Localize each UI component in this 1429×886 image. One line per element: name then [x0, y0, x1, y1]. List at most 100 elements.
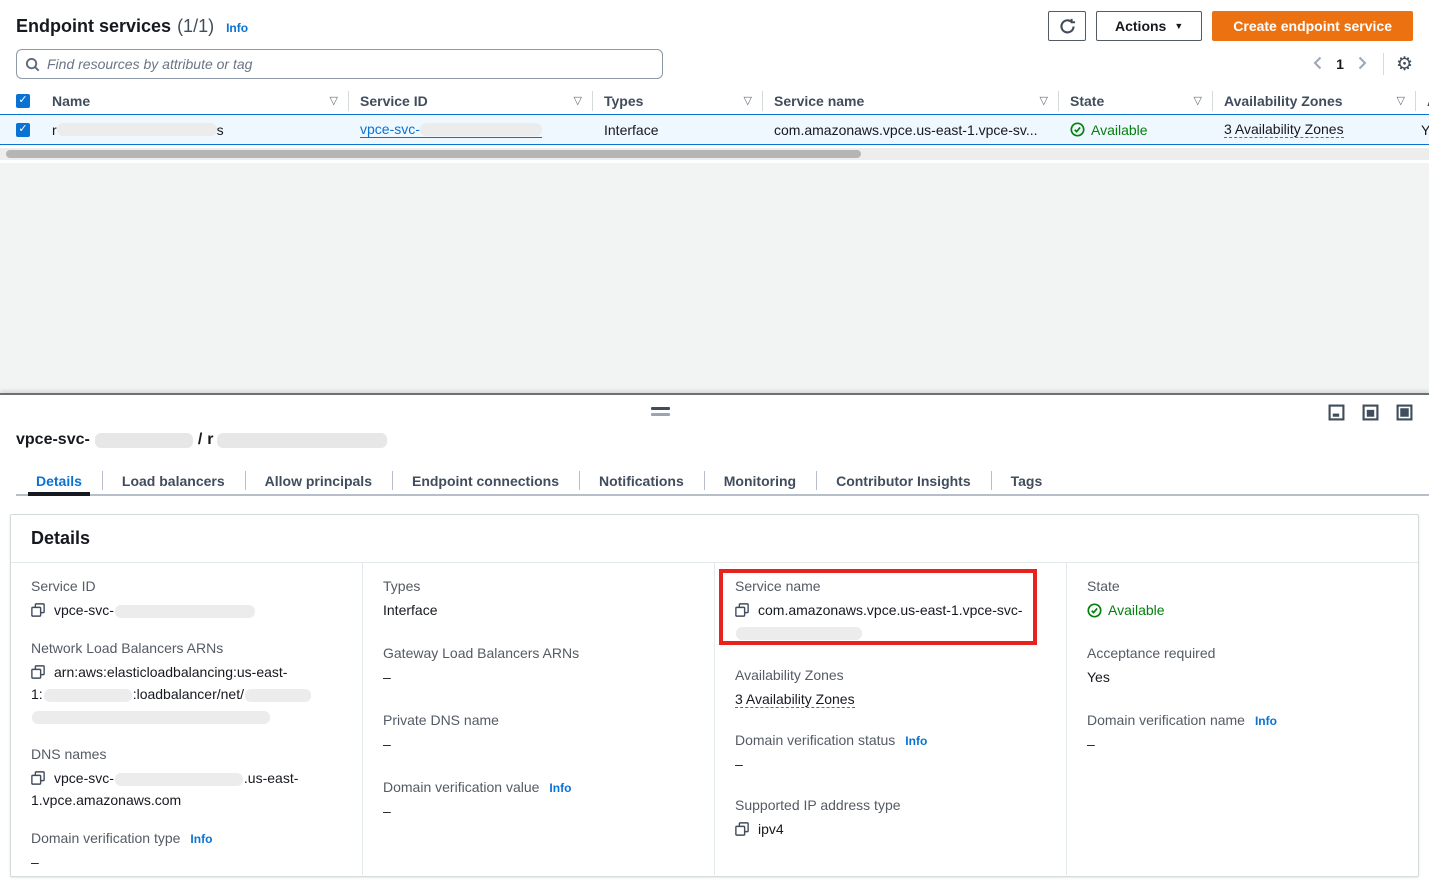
service-id-link[interactable]: vpce-svc-	[360, 121, 542, 138]
name-fragment: r	[52, 122, 57, 138]
tab-monitoring[interactable]: Monitoring	[704, 467, 816, 494]
filter-caret-icon[interactable]: ▽	[1194, 94, 1202, 107]
field-label: Types	[383, 578, 420, 594]
field-label: Service name	[735, 578, 821, 594]
tab-contributor-insights[interactable]: Contributor Insights	[816, 467, 991, 494]
field-service-name: Service name com.amazonaws.vpce.us-east-…	[735, 578, 1046, 643]
field-acceptance-required: Acceptance required Yes	[1087, 645, 1398, 688]
filter-caret-icon[interactable]: ▽	[744, 94, 752, 107]
filter-caret-icon[interactable]: ▽	[1397, 94, 1405, 107]
filter-caret-icon[interactable]: ▽	[574, 94, 582, 107]
column-header-service-name[interactable]: Service name ▽	[762, 91, 1058, 111]
refresh-button[interactable]	[1048, 11, 1086, 41]
cell-types: Interface	[592, 122, 762, 138]
panel-size-large-button[interactable]	[1396, 404, 1413, 424]
redacted-text	[736, 627, 862, 640]
column-label: Service name	[774, 93, 864, 109]
info-link[interactable]: Info	[549, 781, 571, 795]
table-row[interactable]: ✓ r s vpce-svc- Interface com.amazonaws.…	[0, 114, 1429, 145]
field-label: Domain verification status	[735, 732, 895, 748]
chevron-right-icon	[1358, 56, 1367, 73]
field-label: Network Load Balancers ARNs	[31, 640, 223, 656]
panel-size-controls	[1328, 404, 1413, 424]
tab-notifications[interactable]: Notifications	[579, 467, 704, 494]
column-header-state[interactable]: State ▽	[1058, 91, 1212, 111]
field-state: State Available	[1087, 578, 1398, 621]
table-header-row: ✓ Name ▽ Service ID ▽ Types ▽ Service na…	[0, 87, 1429, 114]
column-header-overflow: A	[1415, 91, 1429, 111]
redacted-text	[217, 433, 387, 448]
caret-down-icon: ▼	[1174, 21, 1183, 31]
field-private-dns-name: Private DNS name –	[383, 712, 694, 755]
refresh-icon	[1059, 18, 1076, 35]
panel-size-small-button[interactable]	[1328, 404, 1345, 424]
filter-caret-icon[interactable]: ▽	[1040, 94, 1048, 107]
cell-availability-zones: 3 Availability Zones	[1212, 121, 1415, 138]
horizontal-scrollbar-thumb[interactable]	[6, 150, 861, 158]
redacted-text	[32, 711, 270, 724]
filter-caret-icon[interactable]: ▽	[330, 94, 338, 107]
field-value: ipv4	[758, 821, 784, 837]
column-header-availability-zones[interactable]: Availability Zones ▽	[1212, 91, 1415, 111]
current-page-number[interactable]: 1	[1336, 56, 1344, 72]
create-endpoint-service-button[interactable]: Create endpoint service	[1212, 11, 1413, 41]
field-supported-ip-address-type: Supported IP address type ipv4	[735, 797, 1046, 840]
field-types: Types Interface	[383, 578, 694, 621]
header-actions: Actions ▼ Create endpoint service	[1048, 11, 1413, 41]
field-value: –	[383, 800, 694, 822]
copy-icon[interactable]	[31, 603, 45, 617]
next-page-button[interactable]	[1354, 52, 1371, 77]
info-link[interactable]: Info	[905, 734, 927, 748]
tab-tags[interactable]: Tags	[991, 467, 1063, 494]
select-all-checkbox[interactable]: ✓	[16, 94, 30, 108]
field-label: Acceptance required	[1087, 645, 1215, 661]
field-value: arn:aws:elasticloadbalancing:us-east-	[54, 664, 287, 680]
filter-search-box[interactable]	[16, 49, 663, 79]
copy-icon[interactable]	[31, 771, 45, 785]
field-value: vpce-svc-	[54, 770, 114, 786]
tab-load-balancers[interactable]: Load balancers	[102, 467, 245, 494]
copy-icon[interactable]	[735, 822, 749, 836]
endpoint-services-table: ✓ Name ▽ Service ID ▽ Types ▽ Service na…	[0, 87, 1429, 160]
panel-small-icon	[1328, 404, 1345, 424]
row-select-cell: ✓	[0, 123, 40, 137]
split-panel-drag-handle[interactable]	[651, 407, 670, 416]
table-toolbar: 1 ⚙	[0, 46, 1429, 80]
details-card: Details Service ID vpce-svc- Network Loa…	[10, 514, 1419, 877]
tab-details[interactable]: Details	[16, 467, 102, 494]
field-domain-verification-type: Domain verification type Info –	[31, 830, 342, 873]
panel-title-separator: /	[198, 431, 202, 449]
name-fragment: s	[217, 122, 224, 138]
actions-button[interactable]: Actions ▼	[1096, 11, 1202, 41]
details-card-body: Service ID vpce-svc- Network Load Balanc…	[11, 563, 1418, 875]
column-header-types[interactable]: Types ▽	[592, 91, 762, 111]
search-input[interactable]	[47, 56, 654, 72]
page-title-group: Endpoint services (1/1) Info	[16, 16, 248, 37]
actions-button-label: Actions	[1115, 18, 1166, 34]
info-link[interactable]: Info	[190, 832, 212, 846]
table-preferences-button[interactable]: ⚙	[1396, 55, 1413, 74]
copy-icon[interactable]	[735, 603, 749, 617]
page-title: Endpoint services	[16, 16, 171, 37]
availability-zones-link[interactable]: 3 Availability Zones	[1224, 121, 1344, 138]
field-value: Interface	[383, 599, 694, 621]
info-link[interactable]: Info	[1255, 714, 1277, 728]
title-info-link[interactable]: Info	[226, 21, 248, 35]
column-header-name[interactable]: Name ▽	[40, 91, 348, 111]
details-column-2: Types Interface Gateway Load Balancers A…	[362, 563, 714, 875]
tab-allow-principals[interactable]: Allow principals	[245, 467, 392, 494]
previous-page-button[interactable]	[1309, 52, 1326, 77]
row-checkbox[interactable]: ✓	[16, 123, 30, 137]
endpoint-services-list-section: Endpoint services (1/1) Info Actions ▼ C…	[0, 0, 1429, 163]
copy-icon[interactable]	[31, 665, 45, 679]
redacted-text	[115, 605, 255, 618]
tab-endpoint-connections[interactable]: Endpoint connections	[392, 467, 579, 494]
availability-zones-link[interactable]: 3 Availability Zones	[735, 691, 855, 708]
field-label: Gateway Load Balancers ARNs	[383, 645, 579, 661]
check-circle-icon	[1070, 122, 1085, 137]
field-value: –	[383, 733, 694, 755]
horizontal-scrollbar-track[interactable]	[0, 148, 1429, 160]
column-header-service-id[interactable]: Service ID ▽	[348, 91, 592, 111]
pagination: 1 ⚙	[1309, 52, 1413, 77]
panel-size-medium-button[interactable]	[1362, 404, 1379, 424]
